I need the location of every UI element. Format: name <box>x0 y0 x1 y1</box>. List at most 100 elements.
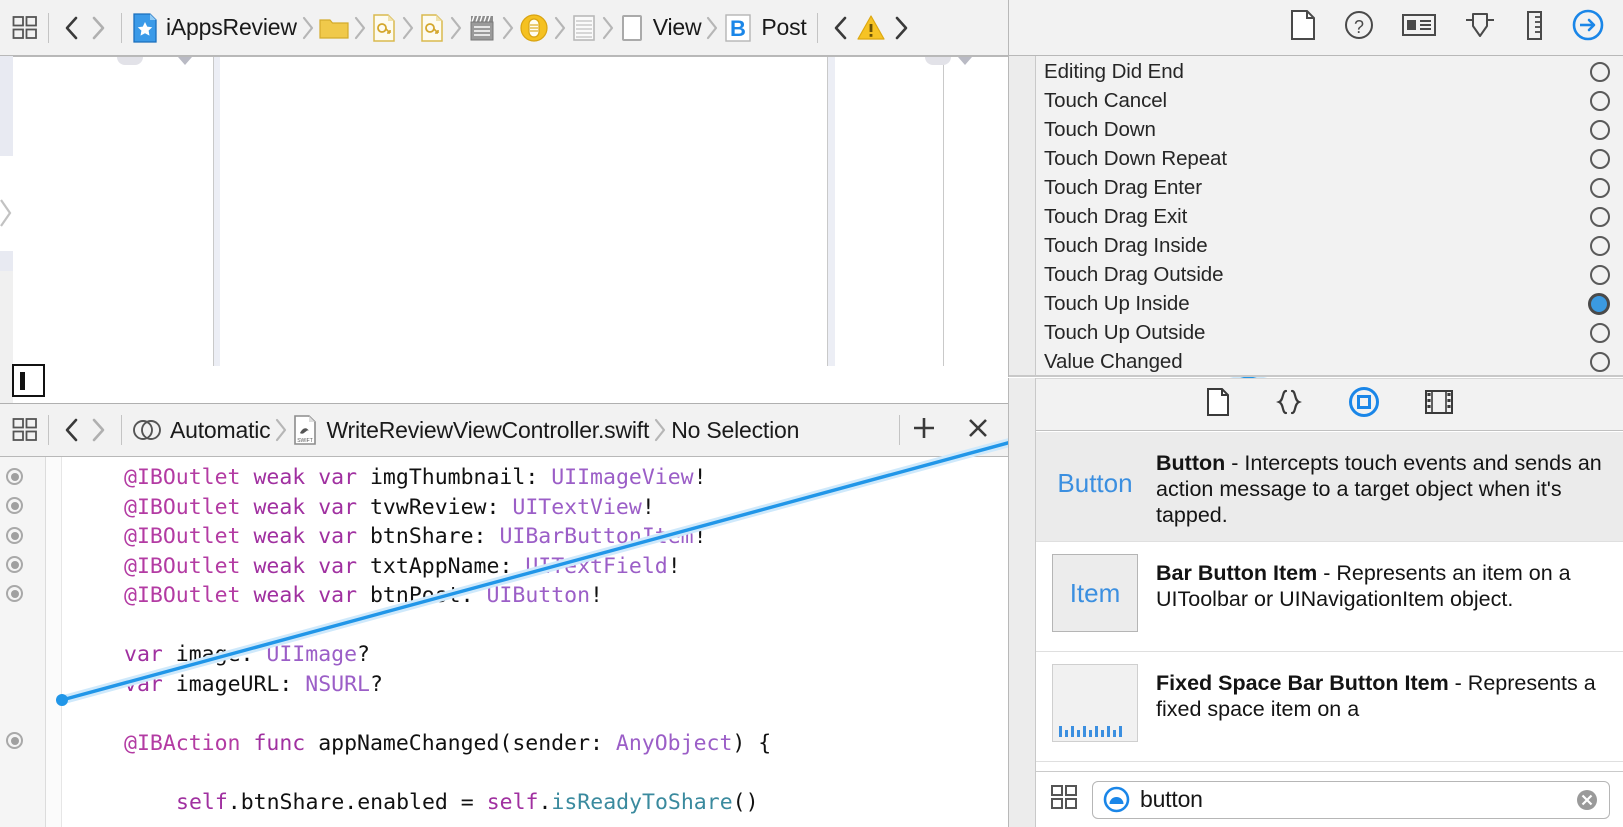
event-row[interactable]: Touch Drag Exit <box>1036 202 1623 231</box>
library-search-input[interactable]: button <box>1092 780 1610 819</box>
breadcrumb-separator <box>270 417 292 443</box>
event-row[interactable]: Touch Drag Inside <box>1036 231 1623 260</box>
outlet-connection-marker-icon[interactable] <box>6 585 23 602</box>
event-row[interactable]: Touch Drag Outside <box>1036 260 1623 289</box>
event-connection-well[interactable] <box>1590 119 1610 140</box>
event-connection-well[interactable] <box>1590 351 1610 372</box>
library-left-gutter <box>1009 378 1036 827</box>
outlet-connection-marker-icon[interactable] <box>6 527 23 544</box>
identity-inspector-icon[interactable] <box>1401 11 1437 44</box>
library-grid-icon[interactable] <box>1050 783 1078 816</box>
library-grid-icon[interactable] <box>12 417 38 443</box>
event-connection-well-connected[interactable] <box>1588 292 1610 315</box>
media-library-icon[interactable] <box>1423 388 1455 421</box>
breadcrumb-table-view[interactable] <box>571 8 597 48</box>
library-grid-icon[interactable] <box>12 15 38 41</box>
code-token: = <box>447 789 487 815</box>
interface-builder-canvas[interactable] <box>0 56 1008 403</box>
code-token: imgThumbnail <box>369 465 526 490</box>
divider <box>121 415 122 445</box>
breadcrumb-storyboard-1[interactable] <box>371 8 397 48</box>
library-item-thumbnail <box>1052 664 1138 742</box>
code-token: (sender: <box>499 730 616 756</box>
object-library-icon[interactable] <box>1347 385 1381 424</box>
breadcrumb-view-controller[interactable] <box>519 8 549 48</box>
close-assistant-editor-button[interactable] <box>964 414 992 447</box>
file-inspector-icon[interactable] <box>1289 9 1317 46</box>
event-connection-well[interactable] <box>1590 177 1610 198</box>
library-item[interactable]: Button Button - Intercepts touch events a… <box>1036 432 1623 542</box>
code-snippet-library-icon[interactable] <box>1273 387 1305 422</box>
outlet-connection-marker-icon[interactable] <box>6 468 23 485</box>
library-item[interactable]: Fixed Space Bar Button Item - Represents… <box>1036 652 1623 762</box>
event-row[interactable]: Value Changed <box>1036 347 1623 376</box>
assistant-forward-button[interactable] <box>85 415 111 445</box>
breadcrumb-project[interactable]: iAppsReview <box>132 8 297 48</box>
source-code-editor[interactable]: @IBOutlet weak var imgThumbnail: UIImage… <box>0 457 1008 827</box>
code-token: : <box>279 671 306 697</box>
event-connection-well[interactable] <box>1590 148 1610 169</box>
event-connection-well[interactable] <box>1590 61 1610 82</box>
event-connection-well[interactable] <box>1590 264 1610 285</box>
breadcrumb-separator <box>549 15 571 41</box>
warning-triangle-icon[interactable] <box>854 13 888 43</box>
code-token: weak <box>253 583 306 608</box>
event-label: Touch Down <box>1044 117 1156 141</box>
event-connection-well[interactable] <box>1590 322 1610 343</box>
issue-prev-button[interactable] <box>828 13 854 43</box>
file-template-library-icon[interactable] <box>1205 387 1231 422</box>
clear-circle-icon[interactable] <box>1575 788 1599 812</box>
breadcrumb-scene[interactable] <box>467 8 497 48</box>
event-row[interactable]: Editing Did End <box>1036 57 1623 86</box>
code-token: var <box>318 494 358 520</box>
event-row[interactable]: Touch Up Inside <box>1036 289 1623 318</box>
event-row[interactable]: Touch Up Outside <box>1036 318 1623 347</box>
event-row[interactable]: Touch Cancel <box>1036 86 1623 115</box>
breadcrumb-storyboard-2[interactable] <box>419 8 445 48</box>
breadcrumb-post-button[interactable]: B Post <box>723 8 807 48</box>
event-row[interactable]: Touch Drag Enter <box>1036 173 1623 202</box>
library-item[interactable]: Item Bar Button Item - Represents an item… <box>1036 542 1623 652</box>
library-item-description: Fixed Space Bar Button Item - Represents… <box>1156 671 1596 721</box>
assistant-selection-crumb[interactable]: No Selection <box>671 410 799 450</box>
library-item-thumbnail: Item <box>1052 554 1138 632</box>
code-token: @IBOutlet <box>124 465 241 490</box>
outlet-connection-marker-icon[interactable] <box>6 556 23 573</box>
code-text[interactable]: @IBOutlet weak var imgThumbnail: UIImage… <box>62 457 1008 827</box>
assistant-back-button[interactable] <box>59 415 85 445</box>
assistant-file-crumb[interactable]: SWIFT WriteReviewViewController.swift <box>292 410 649 450</box>
size-inspector-icon[interactable] <box>1523 9 1545 46</box>
event-connection-well[interactable] <box>1590 90 1610 111</box>
library-search-value: button <box>1140 786 1203 812</box>
event-row[interactable]: Touch Down <box>1036 115 1623 144</box>
code-token: @IBOutlet <box>124 583 241 608</box>
xcode-window: iAppsReview View B Post ? Automatic SWIF… <box>0 0 1623 827</box>
breadcrumb-folder[interactable] <box>319 8 349 48</box>
event-row[interactable]: Touch Down Repeat <box>1036 144 1623 173</box>
quick-help-inspector-icon[interactable]: ? <box>1343 9 1375 46</box>
library-item-title: Fixed Space Bar Button Item <box>1156 671 1449 695</box>
code-token: : <box>499 553 526 579</box>
assistant-mode-automatic[interactable]: Automatic <box>132 410 271 450</box>
outlet-connection-marker-icon[interactable] <box>6 732 23 749</box>
jumpbar-forward-button[interactable] <box>85 13 111 43</box>
add-assistant-editor-button[interactable] <box>910 414 938 447</box>
event-connection-well[interactable] <box>1590 235 1610 256</box>
breadcrumb-view[interactable]: View <box>619 8 702 48</box>
library-items-list[interactable]: Button Button - Intercepts touch events a… <box>1036 432 1623 770</box>
attributes-inspector-icon[interactable] <box>1463 9 1497 46</box>
code-token: UITextField <box>525 553 668 579</box>
document-outline-toggle-button[interactable] <box>12 364 45 397</box>
breadcrumb-separator <box>497 15 519 41</box>
jumpbar-back-button[interactable] <box>59 13 85 43</box>
issue-next-button[interactable] <box>888 13 914 43</box>
event-connection-well[interactable] <box>1590 206 1610 227</box>
connections-inspector-icon[interactable] <box>1571 8 1605 47</box>
code-token: @IBOutlet <box>124 553 241 579</box>
library-type-selector <box>1036 378 1623 431</box>
outlet-connection-marker-icon[interactable] <box>6 497 23 514</box>
canvas-scene-area[interactable] <box>13 56 1008 367</box>
breadcrumb-separator <box>701 15 723 41</box>
